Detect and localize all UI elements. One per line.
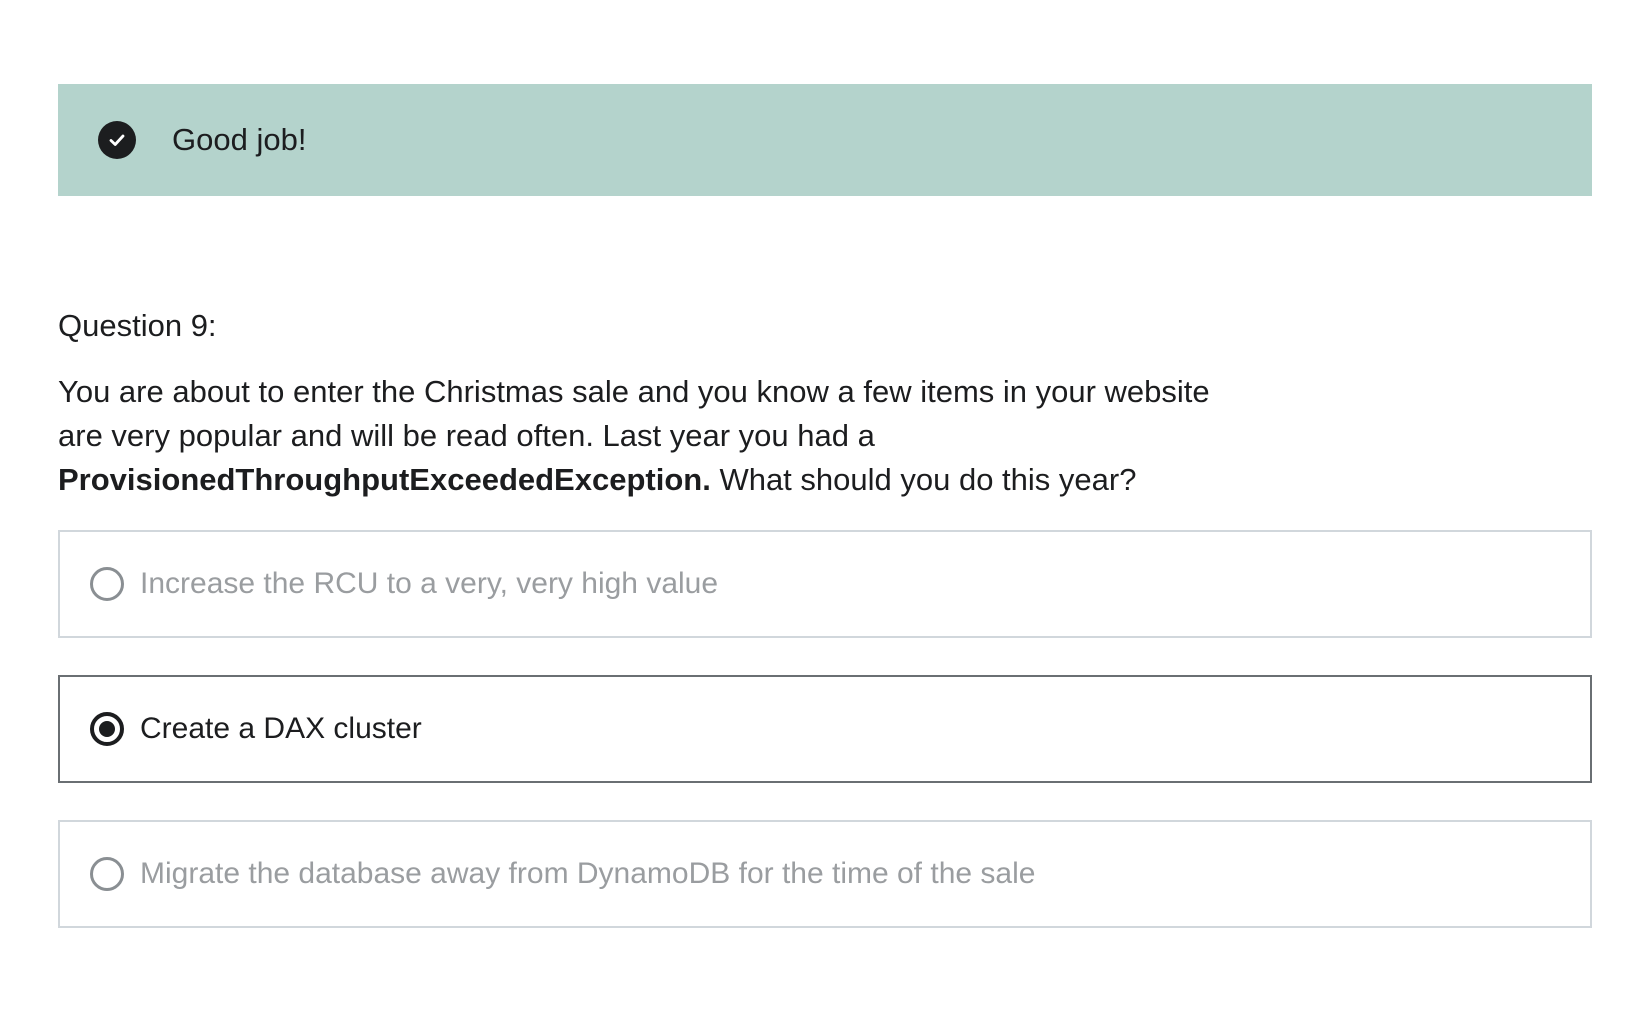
question-label: Question 9:	[58, 308, 217, 343]
radio-button-icon[interactable]	[90, 567, 124, 601]
question-text-part1: You are about to enter the Christmas sal…	[58, 374, 1210, 453]
radio-button-icon[interactable]	[90, 857, 124, 891]
answer-option-2[interactable]: Create a DAX cluster	[58, 675, 1592, 783]
answer-option-label: Increase the RCU to a very, very high va…	[140, 567, 719, 600]
answer-option-label: Migrate the database away from DynamoDB …	[140, 857, 1036, 890]
feedback-message: Good job!	[172, 122, 307, 157]
question-text-part2: What should you do this year?	[710, 462, 1137, 497]
question-text-bold: ProvisionedThroughputExceededException.	[58, 462, 711, 497]
answer-option-label: Create a DAX cluster	[140, 712, 422, 745]
question-text: You are about to enter the Christmas sal…	[58, 370, 1258, 502]
answer-option-3[interactable]: Migrate the database away from DynamoDB …	[58, 820, 1592, 928]
answer-option-1[interactable]: Increase the RCU to a very, very high va…	[58, 530, 1592, 638]
check-circle-icon	[98, 121, 136, 159]
feedback-banner: Good job!	[58, 84, 1592, 196]
radio-button-selected-icon[interactable]	[90, 712, 124, 746]
